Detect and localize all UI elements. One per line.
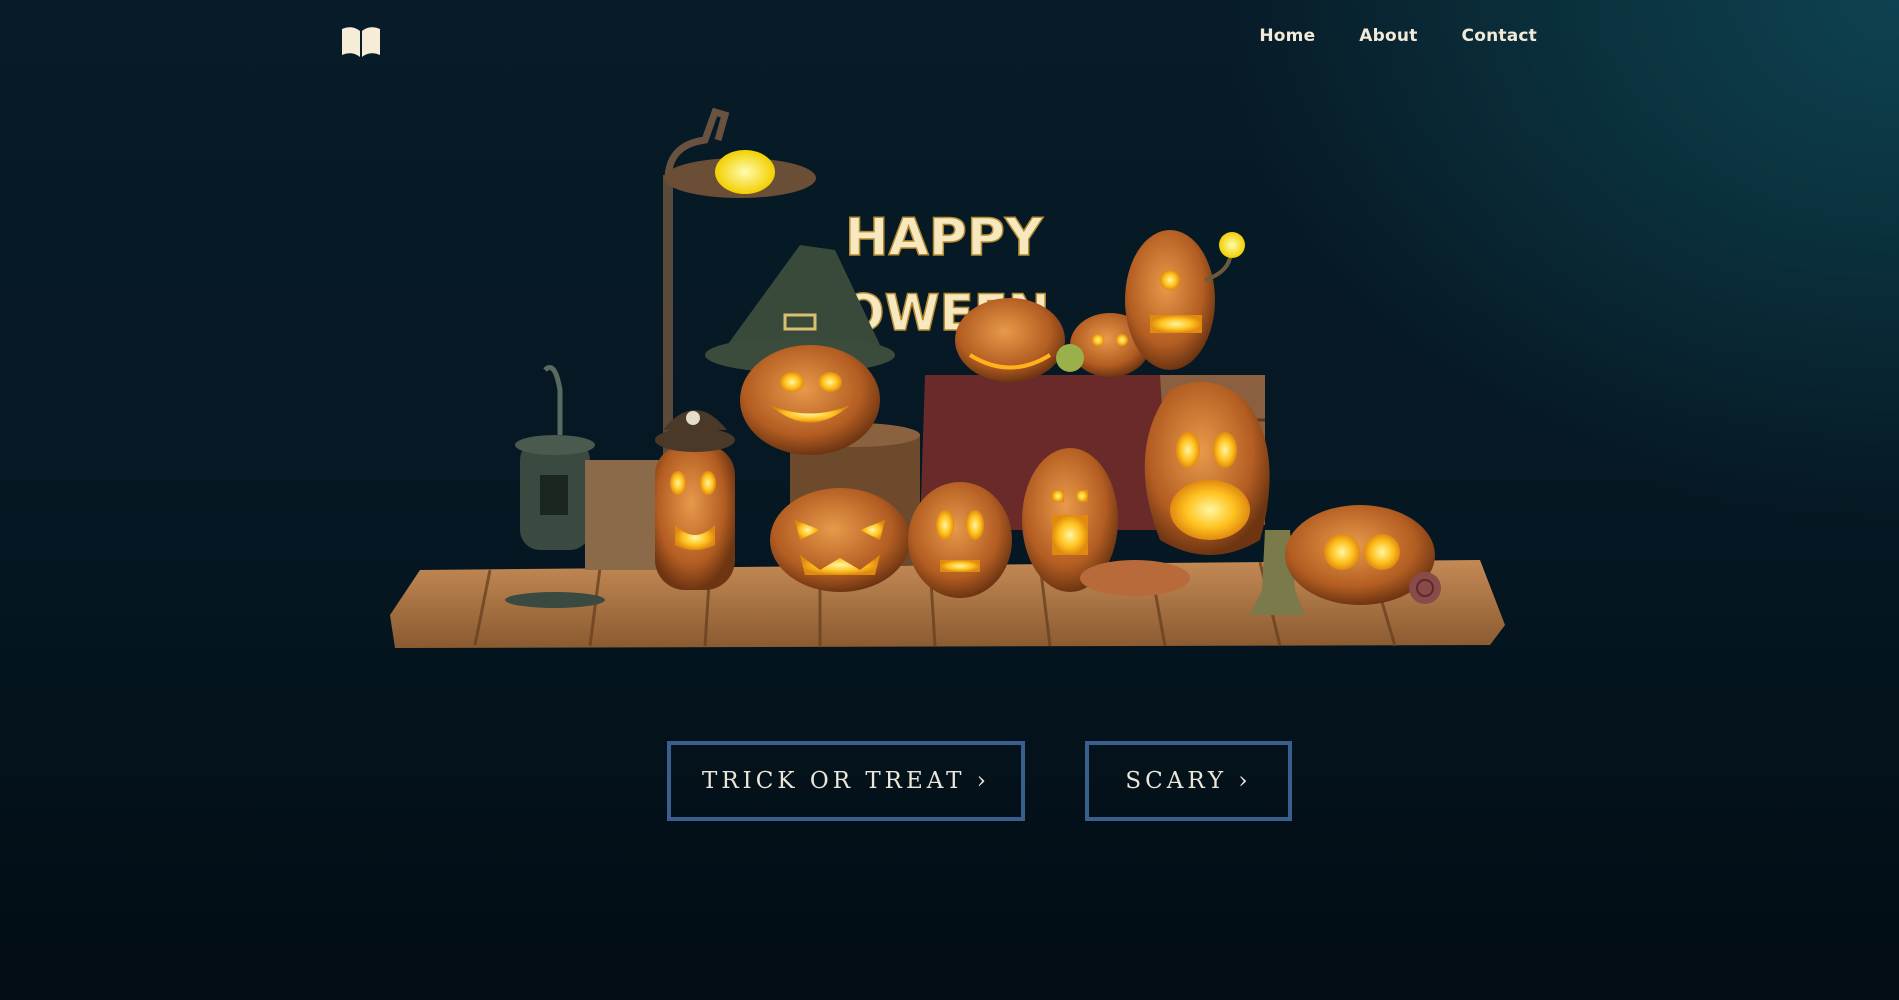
halloween-pumpkin-scene: HAPPY LLOWEEN [390, 107, 1505, 648]
trick-or-treat-button[interactable]: TRICK OR TREAT › [667, 741, 1025, 821]
nav-link-home[interactable]: Home [1259, 26, 1315, 46]
nav-links: Home About Contact [1259, 26, 1537, 46]
top-navigation: Home About Contact [0, 0, 1899, 76]
cta-buttons: TRICK OR TREAT › SCARY › [0, 741, 1899, 827]
nav-link-about[interactable]: About [1359, 26, 1417, 46]
nav-link-contact[interactable]: Contact [1462, 26, 1537, 46]
scary-button[interactable]: SCARY › [1085, 741, 1292, 821]
open-book-icon[interactable] [340, 24, 382, 60]
halloween-hero-image: HAPPY LLOWEEN [380, 100, 1510, 660]
sign-happy-text: HAPPY [845, 208, 1044, 268]
